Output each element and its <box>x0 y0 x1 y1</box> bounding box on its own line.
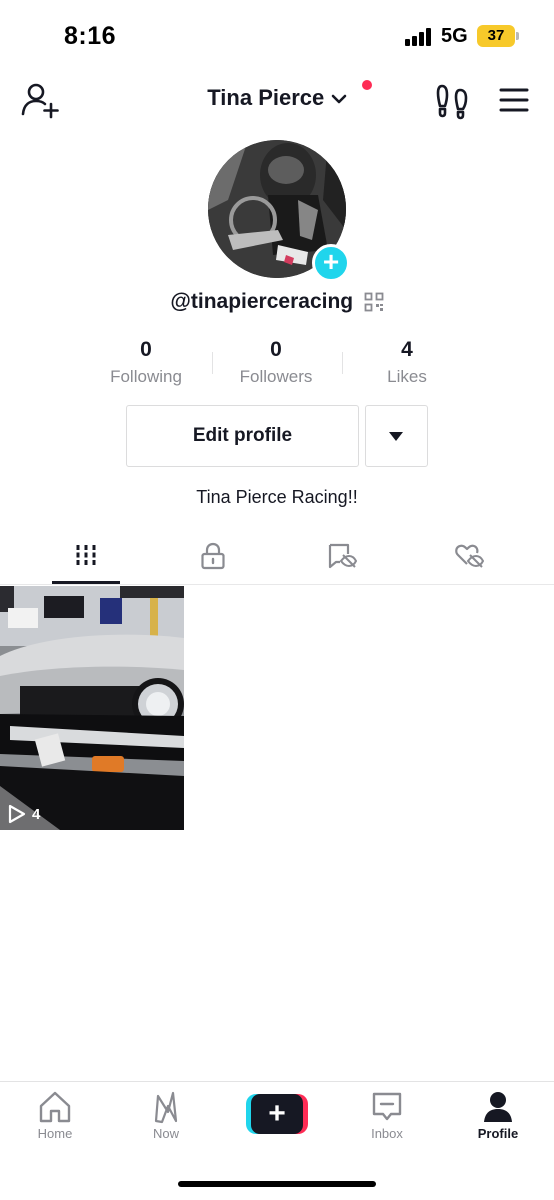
signal-icon <box>405 28 433 46</box>
tab-private[interactable] <box>144 530 282 584</box>
tab-liked[interactable] <box>398 530 536 584</box>
nav-label: Home <box>37 1126 73 1141</box>
plus-icon: + <box>251 1094 303 1134</box>
stat-label: Likes <box>387 367 427 386</box>
stat-likes[interactable]: 4 Likes <box>342 336 472 390</box>
status-time: 8:16 <box>64 22 117 50</box>
more-options-button[interactable] <box>365 405 428 467</box>
footprints-icon[interactable] <box>432 80 472 120</box>
edit-profile-button[interactable]: Edit profile <box>126 405 359 467</box>
videos-grid-icon <box>76 545 96 565</box>
add-avatar-button[interactable]: + <box>312 244 350 282</box>
nav-profile[interactable]: Profile <box>443 1090 553 1141</box>
chevron-down-icon <box>331 94 347 104</box>
active-tab-indicator <box>52 581 120 584</box>
nav-label: Now <box>152 1126 179 1141</box>
play-icon <box>8 804 26 824</box>
inbox-icon <box>372 1092 402 1121</box>
tab-videos[interactable] <box>17 530 155 584</box>
nav-now[interactable]: Now <box>111 1090 221 1141</box>
stat-count: 0 <box>140 338 152 361</box>
nav-label: Inbox <box>371 1126 403 1141</box>
nav-home[interactable]: Home <box>0 1090 110 1141</box>
stat-label: Followers <box>239 367 313 386</box>
stat-following[interactable]: 0 Following <box>81 336 211 390</box>
video-preview-image <box>0 586 184 830</box>
nav-inbox[interactable]: Inbox <box>332 1090 442 1141</box>
battery-tip <box>516 32 519 40</box>
tab-reposts[interactable] <box>271 530 409 584</box>
home-icon <box>39 1091 71 1123</box>
create-button[interactable]: + <box>246 1094 308 1134</box>
stat-label: Following <box>110 367 182 386</box>
content-tabs <box>0 530 554 585</box>
lock-icon <box>201 542 225 570</box>
video-thumbnail[interactable]: 4 <box>0 586 184 830</box>
username-handle: @tinapierceracing <box>170 290 354 313</box>
profile-name: Tina Pierce <box>207 85 325 110</box>
caret-down-icon <box>389 432 403 441</box>
qr-code-icon[interactable] <box>364 292 384 312</box>
view-count-value: 4 <box>32 805 41 823</box>
profile-bio: Tina Pierce Racing!! <box>196 487 358 507</box>
reposts-hidden-icon <box>328 543 357 569</box>
status-bar: 8:16 5G 37 <box>0 0 554 72</box>
stat-followers[interactable]: 0 Followers <box>211 336 341 390</box>
top-nav: Tina Pierce <box>0 72 554 128</box>
handle-row: @tinapierceracing <box>0 290 554 314</box>
stat-count: 0 <box>270 338 282 361</box>
now-icon <box>154 1091 178 1124</box>
profile-stats: 0 Following 0 Followers 4 Likes <box>80 336 474 392</box>
nav-label: Profile <box>477 1126 519 1141</box>
profile-icon <box>484 1092 512 1122</box>
battery-indicator: 37 <box>477 25 515 47</box>
home-indicator <box>178 1181 376 1187</box>
notification-dot <box>362 80 372 90</box>
menu-icon[interactable] <box>494 80 534 120</box>
network-label: 5G <box>441 25 468 47</box>
stat-count: 4 <box>401 338 413 361</box>
video-view-count: 4 <box>8 804 40 824</box>
liked-hidden-icon <box>455 544 484 568</box>
